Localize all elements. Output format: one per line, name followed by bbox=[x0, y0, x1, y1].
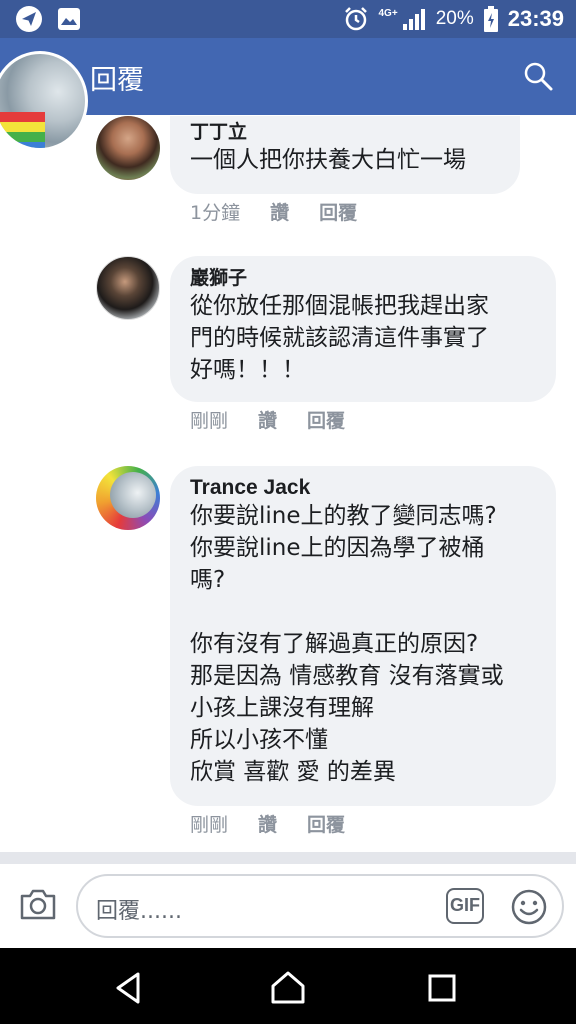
signal-icon bbox=[402, 9, 425, 30]
divider bbox=[0, 852, 576, 864]
comment-author[interactable]: 丁丁立 bbox=[190, 120, 500, 144]
clock: 23:39 bbox=[507, 6, 564, 31]
status-indicators: 4G+ 20% 23:39 bbox=[343, 4, 564, 34]
gif-icon[interactable]: GIF bbox=[446, 888, 484, 924]
avatar[interactable] bbox=[96, 116, 160, 180]
reply-button[interactable]: 回覆 bbox=[319, 198, 357, 225]
avatar-stripe bbox=[0, 112, 45, 122]
reply-button[interactable]: 回覆 bbox=[307, 810, 345, 837]
comment-time: 1分鐘 bbox=[190, 202, 241, 224]
reply-composer: 回覆...... GIF bbox=[0, 864, 576, 948]
like-button[interactable]: 讚 bbox=[258, 810, 277, 837]
comment-time: 剛剛 bbox=[190, 410, 229, 432]
avatar[interactable] bbox=[96, 466, 160, 530]
status-bar: 4G+ 20% 23:39 bbox=[0, 0, 576, 38]
comment-time: 剛剛 bbox=[190, 814, 229, 836]
recents-icon[interactable] bbox=[422, 968, 462, 1008]
home-icon[interactable] bbox=[268, 968, 308, 1008]
navigation-bar bbox=[0, 948, 576, 1024]
comment-author[interactable]: 巖獅子 bbox=[190, 266, 536, 290]
comment-actions: 剛剛 讚 回覆 bbox=[190, 810, 345, 837]
comment-text: 從你放任那個混帳把我趕出家 門的時候就該認清這件事實了 好嗎！！！ bbox=[190, 293, 489, 383]
search-icon[interactable] bbox=[522, 60, 554, 92]
like-button[interactable]: 讚 bbox=[270, 198, 289, 225]
reply-input[interactable]: 回覆...... GIF bbox=[76, 874, 564, 938]
status-notifications bbox=[16, 6, 80, 32]
page-title: 回覆 bbox=[90, 65, 144, 96]
alarm-icon bbox=[344, 7, 367, 31]
comment-bubble[interactable]: 巖獅子 從你放任那個混帳把我趕出家 門的時候就該認清這件事實了 好嗎！！！ bbox=[170, 256, 556, 402]
comment-bubble[interactable]: Trance Jack 你要說line上的教了變同志嗎? 你要說line上的因為… bbox=[170, 466, 556, 806]
telegram-icon bbox=[16, 6, 42, 32]
comment-text: 你要說line上的教了變同志嗎? 你要說line上的因為學了被桶 嗎? 你有沒有… bbox=[190, 503, 504, 785]
comment-text: 一個人把你扶養大白忙一場 bbox=[190, 147, 466, 173]
network-type: 4G+ bbox=[378, 7, 398, 19]
back-icon[interactable] bbox=[108, 968, 148, 1008]
reply-button[interactable]: 回覆 bbox=[307, 406, 345, 433]
avatar-stripe bbox=[0, 142, 45, 148]
camera-icon[interactable] bbox=[18, 884, 58, 924]
battery-icon bbox=[483, 6, 498, 32]
gallery-icon bbox=[58, 8, 80, 30]
profile-avatar[interactable] bbox=[0, 51, 88, 151]
comment-bubble[interactable]: 丁丁立 一個人把你扶養大白忙一場 bbox=[170, 116, 520, 194]
battery-percent: 20% bbox=[435, 8, 474, 29]
comment-actions: 1分鐘 讚 回覆 bbox=[190, 198, 357, 225]
comment-author[interactable]: Trance Jack bbox=[190, 476, 536, 500]
avatar-stripe bbox=[0, 122, 45, 132]
avatar[interactable] bbox=[96, 256, 160, 320]
avatar-stripe bbox=[0, 132, 45, 142]
reply-placeholder: 回覆...... bbox=[96, 899, 182, 924]
emoji-icon[interactable] bbox=[510, 888, 548, 926]
like-button[interactable]: 讚 bbox=[258, 406, 277, 433]
comment-actions: 剛剛 讚 回覆 bbox=[190, 406, 345, 433]
